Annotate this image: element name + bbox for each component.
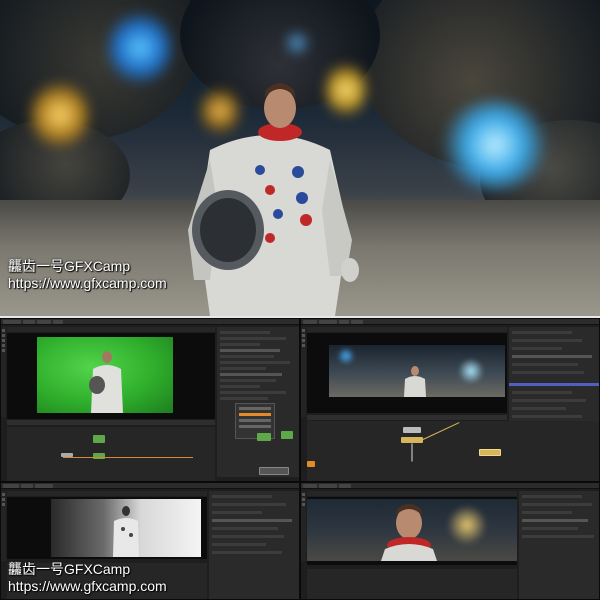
viewer[interactable] [307, 333, 507, 413]
menu-bar [301, 483, 599, 489]
blue-crystal-glow [457, 359, 485, 383]
toolbar [301, 491, 306, 561]
properties-panel [519, 491, 599, 599]
properties-panel [217, 327, 299, 477]
watermark-title: 龘齿一号GFXCamp [8, 561, 131, 577]
viewer[interactable] [7, 497, 207, 559]
blue-crystal-glow [108, 10, 172, 86]
properties-panel [209, 491, 299, 599]
node-graph[interactable] [307, 421, 599, 481]
node[interactable] [403, 427, 421, 433]
node[interactable] [479, 449, 501, 456]
toolbar [1, 491, 6, 561]
toolbar [1, 327, 6, 417]
watermark-url: https://www.gfxcamp.com [8, 578, 167, 594]
astronaut [404, 366, 426, 397]
actor-silhouette [113, 506, 139, 557]
watermark-url: https://www.gfxcamp.com [8, 275, 167, 291]
blue-crystal-glow [284, 30, 310, 56]
watermark-title: 龘齿一号GFXCamp [8, 258, 131, 274]
toolbar-icon[interactable] [302, 503, 305, 506]
node[interactable] [401, 437, 423, 443]
hero-render: 龘齿一号GFXCamp https://www.gfxcamp.com [0, 0, 600, 316]
blue-crystal-glow [440, 100, 550, 190]
node[interactable] [93, 453, 105, 459]
menu-bar [301, 319, 599, 325]
node-graph[interactable] [7, 427, 271, 481]
node[interactable] [93, 435, 105, 443]
node-graph[interactable] [307, 569, 517, 599]
viewer-toolbar [7, 491, 207, 496]
node[interactable] [259, 467, 289, 475]
node-wire [422, 422, 460, 440]
toolbar-icon[interactable] [2, 344, 5, 347]
astronaut [188, 83, 359, 316]
screen-compositing [300, 318, 600, 482]
toolbar-icon[interactable] [302, 344, 305, 347]
viewer-toolbar [307, 327, 507, 332]
watermark: 龘齿一号GFXCamp https://www.gfxcamp.com [8, 258, 167, 292]
toolbar-icon[interactable] [2, 498, 5, 501]
screen-keying [0, 318, 300, 482]
node[interactable] [61, 453, 73, 457]
viewer[interactable] [307, 497, 517, 565]
node-wire [411, 443, 413, 462]
gold-crystal-glow [447, 505, 487, 545]
timeline[interactable] [7, 420, 215, 425]
toolbar-icon[interactable] [2, 349, 5, 352]
toolbar-icon[interactable] [302, 334, 305, 337]
astronaut-closeup [381, 504, 437, 561]
toolbar-icon[interactable] [302, 339, 305, 342]
menu-bar [1, 319, 299, 325]
node-wire [63, 457, 193, 458]
blue-crystal-glow [337, 347, 355, 365]
toolbar-icon[interactable] [302, 493, 305, 496]
toolbar [301, 327, 306, 417]
toolbar-icon[interactable] [2, 329, 5, 332]
node[interactable] [257, 433, 271, 441]
timeline[interactable] [307, 415, 507, 420]
toolbar-icon[interactable] [2, 339, 5, 342]
viewer-toolbar [7, 327, 215, 332]
selection-bar [509, 383, 599, 386]
watermark: 龘齿一号GFXCamp https://www.gfxcamp.com [8, 561, 167, 595]
toolbar-icon[interactable] [302, 498, 305, 501]
toolbar-icon[interactable] [302, 329, 305, 332]
node[interactable] [281, 431, 293, 439]
node[interactable] [307, 461, 315, 467]
viewer[interactable] [7, 333, 215, 419]
viewer-toolbar [307, 491, 517, 496]
toolbar-icon[interactable] [2, 334, 5, 337]
toolbar-icon[interactable] [2, 493, 5, 496]
gold-crystal-glow [30, 80, 90, 150]
screen-final [300, 482, 600, 600]
actor-silhouette [89, 351, 123, 413]
menu-bar [1, 483, 299, 489]
toolbar-icon[interactable] [2, 503, 5, 506]
